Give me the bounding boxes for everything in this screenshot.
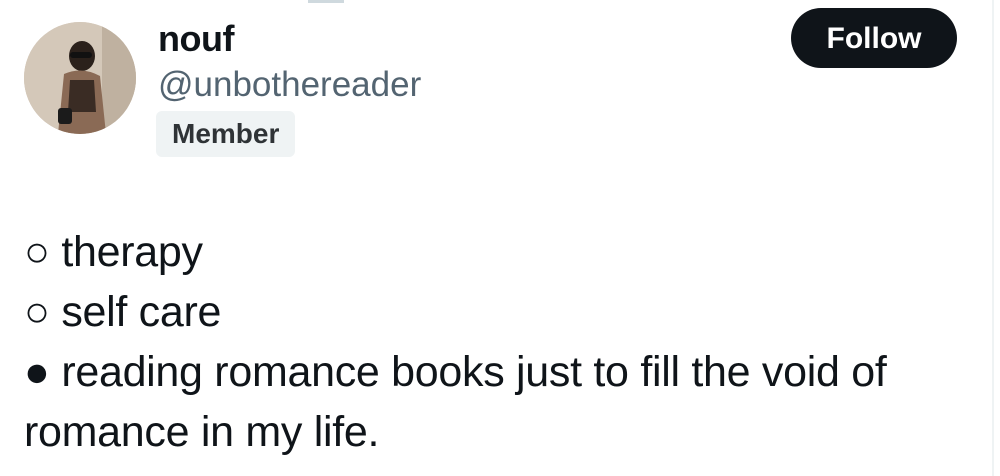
avatar-photo-icon	[24, 22, 136, 134]
member-badge: Member	[156, 111, 296, 157]
tweet-line-self-care: ○ self care	[24, 288, 222, 336]
avatar[interactable]	[24, 22, 136, 134]
user-handle[interactable]: @unbothereader	[158, 64, 421, 106]
display-name[interactable]: nouf	[158, 18, 234, 60]
tweet-text: ○ therapy ○ self care ● reading romance …	[24, 222, 954, 462]
top-divider-fragment	[308, 0, 344, 3]
follow-button[interactable]: Follow	[791, 8, 957, 68]
column-border	[992, 0, 994, 476]
tweet-line-therapy: ○ therapy	[24, 228, 203, 276]
tweet-line-reading-romance: ● reading romance books just to fill the…	[24, 348, 887, 456]
